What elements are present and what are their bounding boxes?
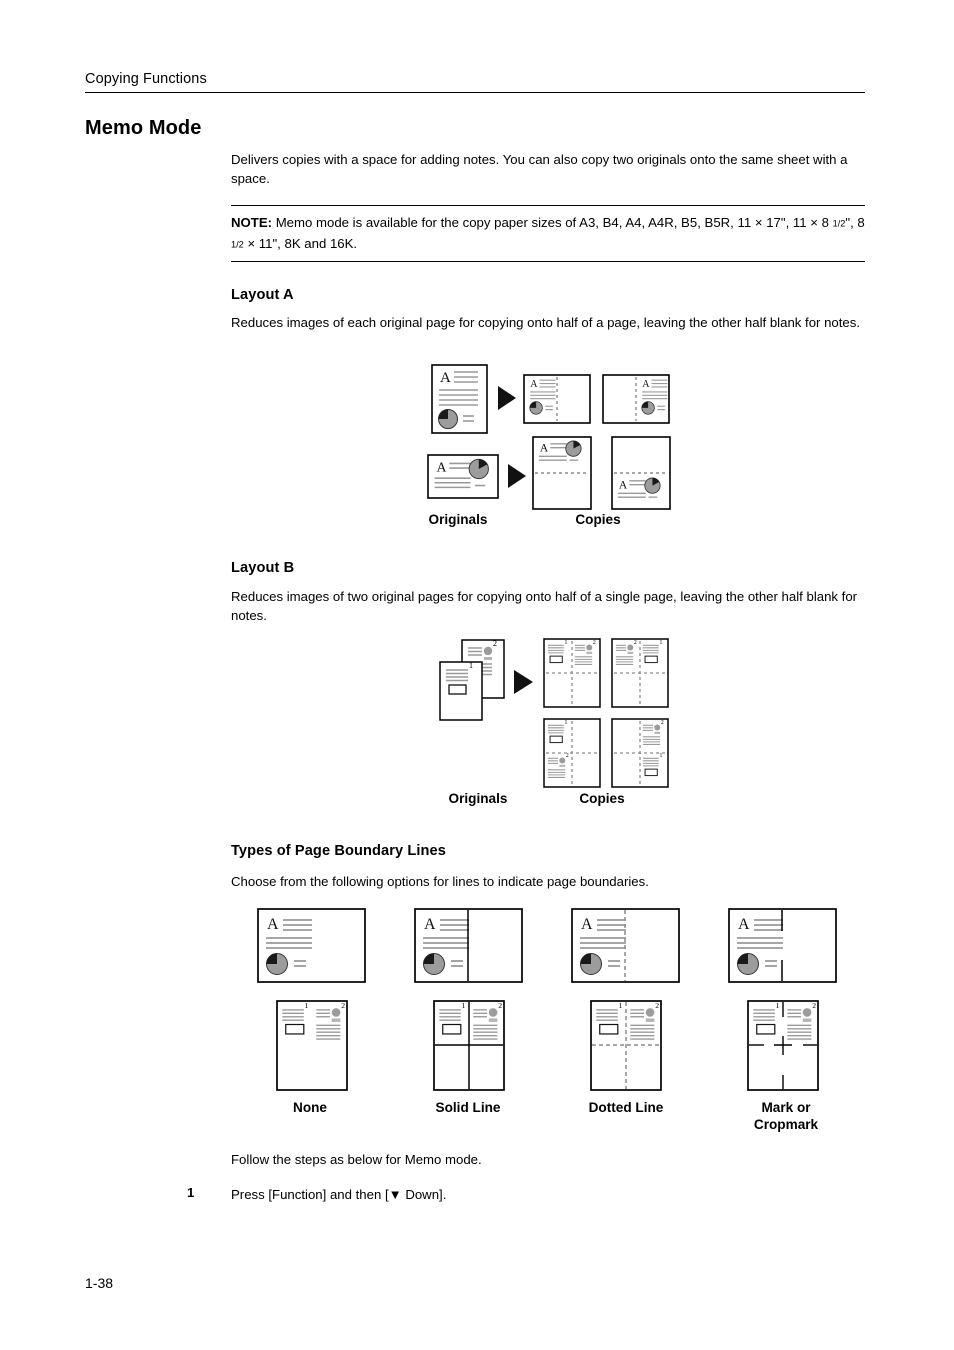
- boundary-solid-top: [414, 908, 523, 983]
- layout-a-description-block: Reduces images of each original page for…: [231, 313, 865, 332]
- layout-a-original-1: [431, 364, 488, 434]
- step-number-1: 1: [187, 1185, 195, 1200]
- note-fraction-1: 1/2: [832, 218, 846, 229]
- layout-a-description: Reduces images of each original page for…: [231, 315, 861, 330]
- layout-b-figure: 1 2: [432, 636, 672, 791]
- layout-b-copy-top-right: [611, 638, 669, 708]
- boundary-solid-bottom: [433, 1000, 505, 1091]
- boundary-label-dotted-line: Dotted Line: [588, 1100, 664, 1115]
- layout-a-arrow-2: [508, 464, 526, 488]
- running-head: Copying Functions: [85, 71, 207, 87]
- layout-b-copy-top-left: [543, 638, 601, 708]
- layout-a-copy-2a: [532, 436, 592, 510]
- layout-a-original-2: [427, 454, 499, 499]
- layout-b-arrow: [514, 670, 533, 694]
- layout-a-heading-block: Layout A: [231, 287, 865, 303]
- layout-b-originals-label: Originals: [448, 791, 508, 806]
- boundary-cropmark-bottom: [747, 1000, 819, 1091]
- boundary-none-bottom: [276, 1000, 348, 1091]
- note-block: NOTE: Memo mode is available for the cop…: [231, 205, 865, 262]
- layout-b-copy-bottom-left: [543, 718, 601, 788]
- boundary-dotted-bottom: [590, 1000, 662, 1091]
- intro-paragraph: Delivers copies with a space for adding …: [231, 152, 848, 186]
- intro-block: Delivers copies with a space for adding …: [231, 150, 865, 188]
- layout-a-copies-label: Copies: [575, 512, 621, 527]
- layout-b-description-block: Reduces images of two original pages for…: [231, 587, 865, 625]
- layout-a-figure: A A: [420, 360, 690, 510]
- layout-a-copy-2b: [611, 436, 671, 510]
- layout-a-heading: Layout A: [231, 287, 294, 303]
- layout-a-copy-1b: [602, 374, 670, 424]
- page-header: Copying Functions: [85, 70, 865, 93]
- boundary-figure: A: [256, 905, 876, 1095]
- layout-b-copies-label: Copies: [579, 791, 625, 806]
- note-label: NOTE:: [231, 215, 273, 230]
- procedure-intro-block: Follow the steps as below for Memo mode.: [231, 1150, 865, 1169]
- procedure-intro: Follow the steps as below for Memo mode.: [231, 1152, 482, 1167]
- boundary-label-solid-line: Solid Line: [435, 1100, 501, 1115]
- layout-b-heading-block: Layout B: [231, 560, 865, 576]
- step-text-block-1: Press [Function] and then [▼ Down].: [231, 1185, 865, 1204]
- layout-a-copy-1a: [523, 374, 591, 424]
- boundary-heading-block: Types of Page Boundary Lines: [231, 843, 865, 859]
- layout-b-heading: Layout B: [231, 560, 295, 576]
- page-number: 1-38: [85, 1275, 114, 1291]
- header-rule: [85, 92, 865, 93]
- layout-b-description: Reduces images of two original pages for…: [231, 589, 858, 623]
- note-paragraph: NOTE: Memo mode is available for the cop…: [231, 213, 865, 254]
- layout-b-original-sheet-1: [439, 660, 483, 721]
- note-fraction-2: 1/2: [231, 239, 244, 249]
- layout-a-arrow-1: [498, 386, 516, 410]
- boundary-label-mark-or-cropmark: Mark or Cropmark: [753, 1100, 819, 1132]
- note-text-1: Memo mode is available for the copy pape…: [272, 215, 833, 230]
- boundary-description-block: Choose from the following options for li…: [231, 872, 865, 891]
- boundary-none-top: [257, 908, 366, 983]
- boundary-cropmark-top: [728, 908, 837, 983]
- boundary-dotted-top: [571, 908, 680, 983]
- note-text-2: ", 8: [845, 215, 865, 230]
- note-text-3: × 11", 8K and 16K.: [243, 235, 358, 251]
- boundary-label-none: None: [293, 1100, 327, 1115]
- boundary-description: Choose from the following options for li…: [231, 874, 649, 889]
- layout-a-originals-label: Originals: [428, 512, 488, 527]
- page-title: Memo Mode: [85, 117, 202, 139]
- step-text-1: Press [Function] and then [▼ Down].: [231, 1187, 447, 1202]
- layout-b-copy-bottom-right: [611, 718, 669, 788]
- boundary-heading: Types of Page Boundary Lines: [231, 843, 446, 859]
- note-container: NOTE: Memo mode is available for the cop…: [231, 205, 865, 262]
